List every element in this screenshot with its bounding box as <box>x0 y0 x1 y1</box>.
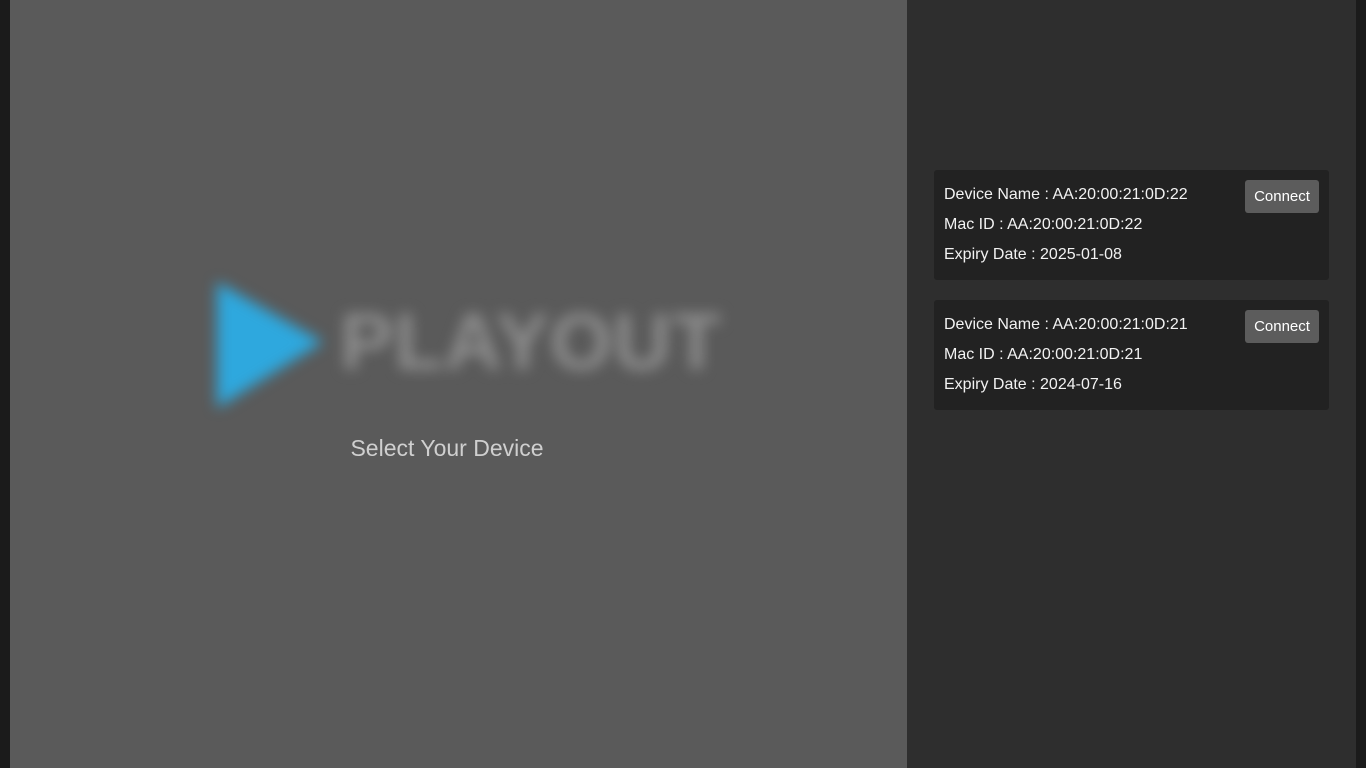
device-name: Device Name : AA:20:00:21:0D:21 <box>944 316 1188 333</box>
device-card: Device Name : AA:20:00:21:0D:21 Mac ID :… <box>934 300 1329 410</box>
device-expiry-date: Expiry Date : 2024-07-16 <box>944 376 1122 393</box>
branding-panel: PLAYOUT Select Your Device <box>10 0 907 768</box>
device-panel: Device Name : AA:20:00:21:0D:22 Mac ID :… <box>907 0 1356 768</box>
app-window: PLAYOUT Select Your Device Device Name :… <box>0 0 1366 768</box>
device-mac-id: Mac ID : AA:20:00:21:0D:21 <box>944 346 1143 363</box>
window-edge <box>1356 0 1366 768</box>
logo-wordmark: PLAYOUT <box>340 297 722 386</box>
connect-button[interactable]: Connect <box>1245 180 1319 213</box>
page-subtitle: Select Your Device <box>350 435 544 461</box>
connect-button[interactable]: Connect <box>1245 310 1319 343</box>
device-list: Device Name : AA:20:00:21:0D:22 Mac ID :… <box>934 170 1329 430</box>
device-name: Device Name : AA:20:00:21:0D:22 <box>944 186 1188 203</box>
play-icon <box>217 282 323 408</box>
device-expiry-date: Expiry Date : 2025-01-08 <box>944 246 1122 263</box>
device-mac-id: Mac ID : AA:20:00:21:0D:22 <box>944 216 1143 233</box>
device-card: Device Name : AA:20:00:21:0D:22 Mac ID :… <box>934 170 1329 280</box>
app-logo: PLAYOUT <box>205 270 721 420</box>
